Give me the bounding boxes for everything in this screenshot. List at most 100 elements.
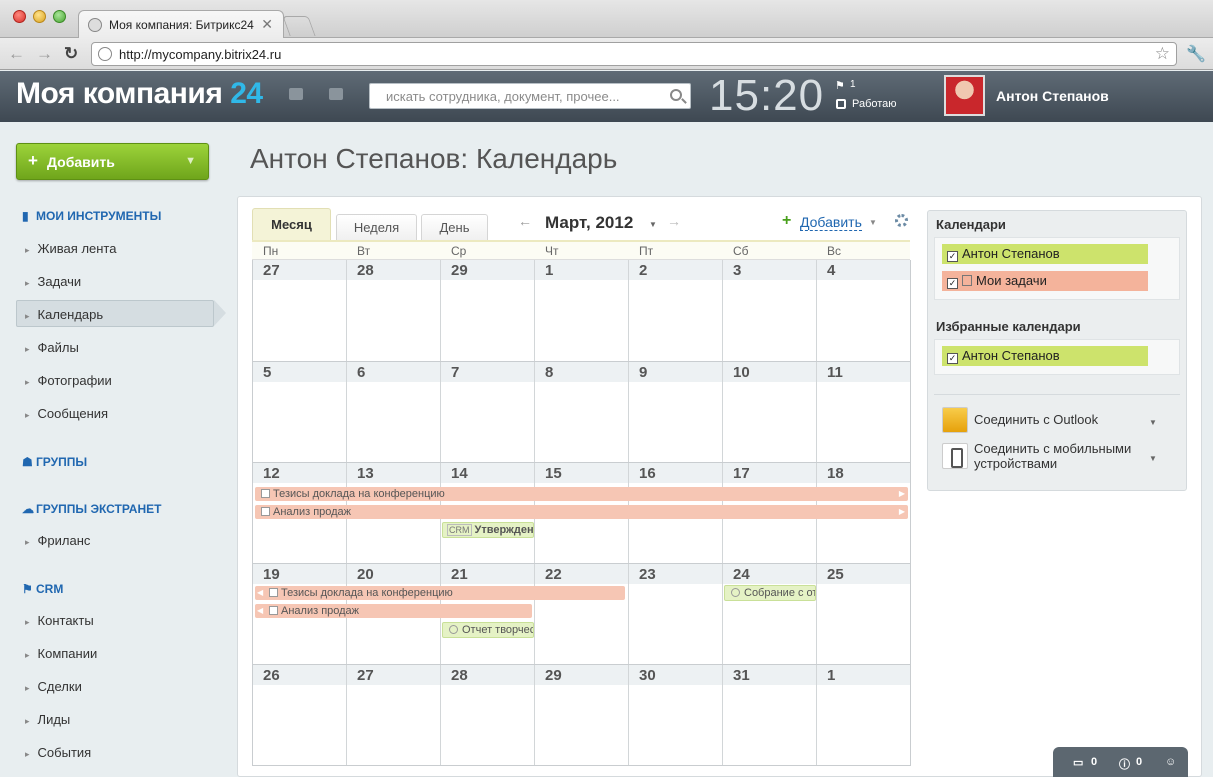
event-thesis[interactable]: ◀ Тезисы доклада на конференцию (255, 586, 625, 600)
tab-month[interactable]: Месяц (252, 208, 331, 240)
section-extranet[interactable]: ☁ ГРУППЫ ЭКСТРАНЕТ (22, 502, 161, 516)
bookmark-star-icon[interactable]: ☆ (1155, 44, 1170, 64)
day-cell[interactable]: 29 (441, 260, 535, 361)
checkbox-checked[interactable]: ✓ (947, 278, 958, 289)
tab-day[interactable]: День (421, 214, 488, 240)
next-month-arrow-icon[interactable]: → (667, 213, 681, 229)
portal-logo[interactable]: Моя компания 24 (16, 77, 263, 111)
add-button[interactable]: + Добавить ▼ (16, 143, 209, 180)
address-bar[interactable]: http://mycompany.bitrix24.ru ☆ (91, 42, 1177, 66)
clock[interactable]: 15:20 (709, 71, 824, 121)
day-cell[interactable]: 1 (817, 665, 910, 765)
info-icon[interactable] (329, 88, 343, 100)
window-minimize-button[interactable] (33, 10, 46, 23)
chevron-down-icon[interactable]: ▼ (1149, 454, 1157, 463)
outlook-icon[interactable] (942, 407, 968, 433)
day-cell[interactable]: 26 (253, 665, 347, 765)
day-cell[interactable]: 22 (535, 564, 629, 664)
sidebar-item-files[interactable]: ▸ Файлы (25, 340, 79, 355)
mobile-device-icon[interactable] (942, 443, 968, 469)
connect-mobile-link[interactable]: Соединить с мобильными устройствами (974, 441, 1131, 471)
day-cell[interactable]: 8 (535, 362, 629, 462)
event-sales[interactable]: ◀ Анализ продаж (255, 604, 532, 618)
day-cell[interactable]: 28 (347, 260, 441, 361)
window-close-button[interactable] (13, 10, 26, 23)
user-name[interactable]: Антон Степанов (996, 88, 1109, 104)
work-status-icon[interactable] (836, 99, 846, 109)
sidebar-item-contacts[interactable]: ▸ Контакты (25, 613, 94, 628)
flag-icon[interactable]: ⚑ (835, 79, 845, 92)
contacts-icon[interactable]: ☺ (1165, 756, 1176, 768)
sidebar-item-companies[interactable]: ▸ Компании (25, 646, 97, 661)
dropdown-arrow-icon[interactable]: ▼ (185, 155, 196, 167)
day-cell[interactable]: 10 (723, 362, 817, 462)
checkbox-checked[interactable]: ✓ (947, 353, 958, 364)
checkbox-checked[interactable]: ✓ (947, 251, 958, 262)
back-arrow-icon[interactable]: ← (8, 44, 25, 64)
notification-icon[interactable]: ⓘ (1119, 756, 1130, 772)
chat-icon[interactable] (289, 88, 303, 100)
wrench-icon[interactable]: 🔧 (1186, 44, 1206, 64)
day-cell[interactable]: 31 (723, 665, 817, 765)
sidebar-item-feed[interactable]: ▸ Живая лента (25, 241, 116, 256)
day-cell[interactable]: 24 (723, 564, 817, 664)
section-groups[interactable]: ☗ ГРУППЫ (22, 455, 87, 469)
plus-icon[interactable]: + (782, 212, 791, 230)
search-icon[interactable] (670, 89, 682, 101)
connect-outlook-link[interactable]: Соединить с Outlook (974, 412, 1098, 427)
day-cell[interactable]: 1 (535, 260, 629, 361)
add-dropdown-icon[interactable]: ▼ (869, 218, 877, 227)
reload-icon[interactable]: ↻ (64, 44, 78, 64)
url-text[interactable]: http://mycompany.bitrix24.ru (119, 47, 281, 62)
event-meeting[interactable]: Собрание с от (724, 585, 816, 601)
message-icon[interactable]: ▭ (1073, 756, 1083, 769)
forward-arrow-icon[interactable]: → (36, 44, 53, 64)
sidebar-item-photos[interactable]: ▸ Фотографии (25, 373, 112, 388)
event-sales[interactable]: Анализ продаж ▶ (255, 505, 908, 519)
section-crm[interactable]: ⚑ CRM (22, 582, 63, 596)
gear-icon[interactable] (895, 214, 908, 227)
search-input[interactable] (370, 84, 660, 108)
day-cell[interactable]: 6 (347, 362, 441, 462)
day-cell[interactable]: 27 (347, 665, 441, 765)
day-cell[interactable]: 27 (253, 260, 347, 361)
sidebar-item-tasks[interactable]: ▸ Задачи (25, 274, 81, 289)
tab-week[interactable]: Неделя (336, 214, 417, 240)
section-my-tools[interactable]: ▮ МОИ ИНСТРУМЕНТЫ (22, 209, 161, 223)
sidebar-item-leads[interactable]: ▸ Лиды (25, 712, 70, 727)
day-cell[interactable]: 7 (441, 362, 535, 462)
day-cell[interactable]: 29 (535, 665, 629, 765)
day-cell[interactable]: 9 (629, 362, 723, 462)
day-cell[interactable]: 23 (629, 564, 723, 664)
day-cell[interactable]: 2 (629, 260, 723, 361)
day-cell[interactable]: 25 (817, 564, 910, 664)
sidebar-item-freelance[interactable]: ▸ Фриланс (25, 533, 90, 548)
month-title[interactable]: Март, 2012 (545, 213, 633, 233)
day-cell[interactable]: 28 (441, 665, 535, 765)
calendar-item-anton[interactable]: ✓ Антон Степанов (942, 244, 1148, 264)
event-thesis[interactable]: Тезисы доклада на конференцию ▶ (255, 487, 908, 501)
work-status[interactable]: Работаю (852, 98, 897, 110)
day-cell[interactable]: 5 (253, 362, 347, 462)
sidebar-item-messages[interactable]: ▸ Сообщения (25, 406, 108, 421)
event-report[interactable]: Отчет творчес (442, 622, 534, 638)
sidebar-item-deals[interactable]: ▸ Сделки (25, 679, 82, 694)
tab-close-icon[interactable]: ✕ (261, 16, 273, 33)
day-cell[interactable]: 4 (817, 260, 910, 361)
chevron-down-icon[interactable]: ▼ (1149, 418, 1157, 427)
window-zoom-button[interactable] (53, 10, 66, 23)
add-event-button[interactable]: Добавить (800, 214, 862, 231)
calendar-item-my-tasks[interactable]: ✓ Мои задачи (942, 271, 1148, 291)
sidebar-item-calendar[interactable]: ▸ Календарь (25, 307, 103, 322)
day-cell[interactable]: 30 (629, 665, 723, 765)
favorite-calendar-anton[interactable]: ✓ Антон Степанов (942, 346, 1148, 366)
event-approval[interactable]: CRM Утверждени (442, 522, 534, 538)
day-cell[interactable]: 11 (817, 362, 910, 462)
month-dropdown-icon[interactable]: ▼ (649, 220, 657, 229)
new-tab-button[interactable] (282, 16, 316, 36)
prev-month-arrow-icon[interactable]: ← (518, 213, 532, 229)
day-cell[interactable]: 3 (723, 260, 817, 361)
browser-tab[interactable]: Моя компания: Битрикс24 ✕ (78, 10, 284, 39)
avatar[interactable] (944, 75, 985, 116)
sidebar-item-events[interactable]: ▸ События (25, 745, 91, 760)
